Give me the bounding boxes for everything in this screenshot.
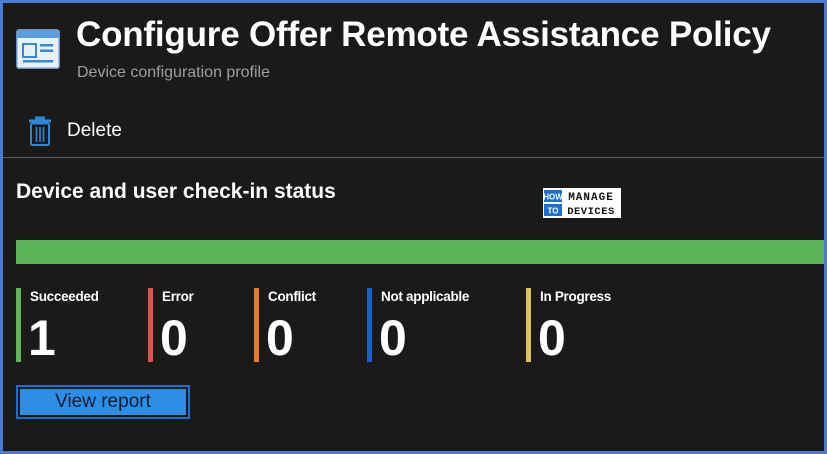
watermark-logo: HOW TO MANAGE DEVICES — [543, 188, 621, 218]
stat-label: Not applicable — [381, 289, 470, 304]
app-frame: Configure Offer Remote Assistance Policy… — [3, 3, 824, 451]
stat-color-bar — [148, 288, 153, 362]
stat-color-bar — [16, 288, 21, 362]
watermark-how: HOW — [543, 193, 563, 202]
section-title: Device and user check-in status — [16, 180, 336, 203]
stat-value: 0 — [379, 310, 407, 366]
stat-value: 0 — [266, 310, 294, 366]
stat-label: Succeeded — [30, 289, 99, 304]
stat-label: In Progress — [540, 289, 611, 304]
profile-icon — [16, 29, 60, 69]
stat-value: 0 — [160, 310, 188, 366]
watermark-manage: MANAGE — [568, 192, 614, 204]
checkin-status-bar — [16, 240, 824, 264]
page-title: Configure Offer Remote Assistance Policy — [76, 15, 771, 54]
watermark-devices: DEVICES — [567, 206, 615, 218]
delete-label: Delete — [67, 120, 122, 141]
trash-icon — [29, 116, 51, 146]
stat-value: 1 — [28, 310, 56, 366]
stat-color-bar — [254, 288, 259, 362]
stat-color-bar — [367, 288, 372, 362]
stat-color-bar — [526, 288, 531, 362]
toolbar-divider — [3, 157, 824, 158]
page-subtitle: Device configuration profile — [77, 64, 270, 81]
stat-label: Conflict — [268, 289, 316, 304]
view-report-button[interactable]: View report — [16, 385, 190, 419]
stat-value: 0 — [538, 310, 566, 366]
checkin-status-bar-fill — [16, 240, 824, 264]
delete-button[interactable]: Delete — [27, 113, 122, 149]
view-report-label: View report — [20, 389, 186, 415]
stat-label: Error — [162, 289, 194, 304]
page-header: Configure Offer Remote Assistance Policy… — [3, 3, 824, 103]
watermark-to: TO — [548, 207, 559, 216]
